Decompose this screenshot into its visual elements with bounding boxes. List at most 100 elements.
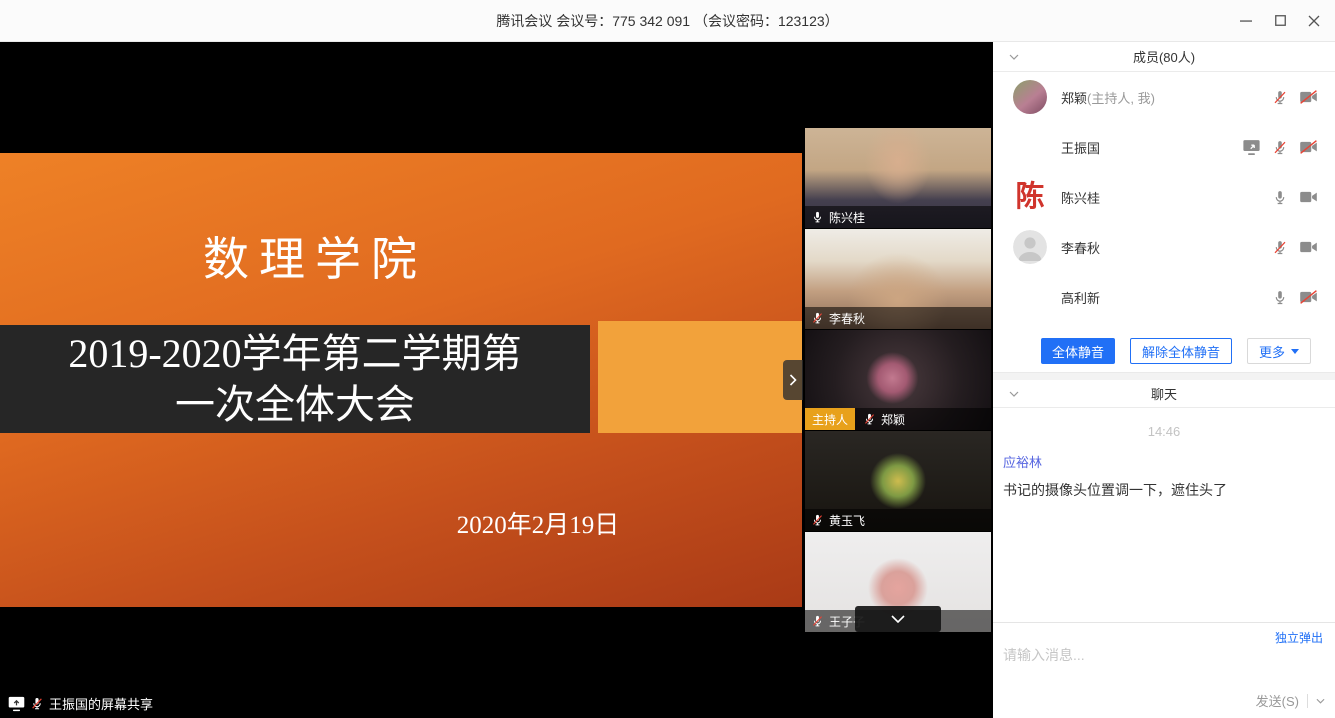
member-name: 高利新 (1061, 288, 1100, 307)
chevron-down-icon (1316, 698, 1325, 704)
avatar-seal: 陈 (1013, 180, 1047, 214)
slide-banner-line1: 2019-2020学年第二学期第 (0, 328, 590, 379)
chevron-down-icon (1009, 54, 1019, 60)
mic-muted-icon (811, 311, 824, 325)
video-strip: 陈兴桂 李春秋 主持人 (805, 128, 991, 634)
members-collapse-button[interactable] (1009, 54, 1019, 60)
minimize-icon (1240, 15, 1252, 27)
video-tile-lichunqiu[interactable]: 李春秋 (805, 229, 991, 329)
screen-share-icon[interactable] (1242, 139, 1261, 156)
unmute-all-button[interactable]: 解除全体静音 (1130, 338, 1232, 364)
sidebar: 成员(80人) 郑颖(主持人, 我) 王振国 (993, 42, 1335, 718)
camera-off-icon[interactable] (1299, 139, 1318, 155)
more-button[interactable]: 更多 (1247, 338, 1311, 364)
chat-message-list: 14:46 应裕林 书记的摄像头位置调一下，遮住头了 (993, 408, 1335, 622)
mic-on-icon[interactable] (1272, 289, 1288, 306)
tile-name: 郑颖 (881, 411, 905, 428)
slide-banner: 2019-2020学年第二学期第 一次全体大会 (0, 325, 590, 433)
avatar-default (1013, 230, 1047, 264)
close-button[interactable] (1297, 0, 1331, 41)
send-separator (1307, 694, 1308, 708)
member-row-lichunqiu[interactable]: 李春秋 (993, 222, 1335, 272)
chat-panel-header: 聊天 (993, 380, 1335, 408)
mic-on-icon (811, 210, 824, 224)
panel-separator (993, 372, 1335, 380)
mic-muted-icon[interactable] (1272, 89, 1288, 106)
chat-panel-title: 聊天 (1151, 384, 1177, 403)
member-name: 王振国 (1061, 138, 1100, 157)
screen-share-stage: 数理学院 2019-2020学年第二学期第 一次全体大会 2020年2月19日 … (0, 42, 993, 718)
mic-muted-icon (811, 513, 824, 527)
tile-label: 陈兴桂 (805, 206, 991, 228)
mic-muted-icon (811, 614, 824, 628)
chat-sender: 应裕林 (1003, 452, 1325, 471)
tile-label: 黄玉飞 (805, 509, 991, 531)
member-row-zhengying[interactable]: 郑颖(主持人, 我) (993, 72, 1335, 122)
tile-name: 李春秋 (829, 310, 865, 327)
mic-muted-icon (30, 696, 44, 711)
titlebar: 腾讯会议 会议号：775 342 091 （会议密码：123123） (0, 0, 1335, 42)
maximize-icon (1275, 15, 1286, 26)
mic-on-icon[interactable] (1272, 189, 1288, 206)
chevron-down-icon (891, 615, 905, 623)
slide-banner-line2: 一次全体大会 (0, 379, 590, 430)
tencent-meeting-window: 腾讯会议 会议号：775 342 091 （会议密码：123123） 数理学院 … (0, 0, 1335, 718)
member-name: 李春秋 (1061, 238, 1100, 257)
members-panel-title: 成员(80人) (1133, 47, 1195, 66)
host-badge: 主持人 (805, 408, 855, 430)
member-name: 陈兴桂 (1061, 188, 1100, 207)
send-options-button[interactable] (1316, 698, 1325, 704)
mic-muted-icon[interactable] (1272, 139, 1288, 156)
member-name: 郑颖 (1061, 91, 1087, 106)
camera-on-icon[interactable] (1299, 189, 1318, 205)
member-list: 郑颖(主持人, 我) 王振国 (993, 72, 1335, 322)
avatar (1013, 80, 1047, 114)
video-tile-huangyufei[interactable]: 黄玉飞 (805, 431, 991, 531)
member-actions: 全体静音 解除全体静音 更多 (1041, 338, 1311, 364)
chat-timestamp: 14:46 (1003, 424, 1325, 439)
avatar (1013, 280, 1047, 314)
slide-title: 数理学院 (95, 223, 535, 289)
member-row-wangzhenguo[interactable]: 王振国 (993, 122, 1335, 172)
member-role-suffix: (主持人, 我) (1087, 91, 1155, 106)
more-label: 更多 (1259, 342, 1285, 361)
member-row-gaolixin[interactable]: 高利新 (993, 272, 1335, 322)
chevron-down-icon (1009, 391, 1019, 397)
caret-down-icon (1291, 349, 1299, 354)
video-tile-chenxinggui[interactable]: 陈兴桂 (805, 128, 991, 228)
mute-all-button[interactable]: 全体静音 (1041, 338, 1115, 364)
send-button[interactable]: 发送(S) (1256, 691, 1299, 710)
video-strip-collapse-button[interactable] (855, 606, 941, 632)
chevron-right-icon (789, 374, 797, 386)
members-panel-header: 成员(80人) (993, 42, 1335, 72)
window-controls (1229, 0, 1331, 41)
chat-input[interactable] (1003, 647, 1325, 663)
avatar (1013, 130, 1047, 164)
tile-label: 李春秋 (805, 307, 991, 329)
member-row-chenxinggui[interactable]: 陈 陈兴桂 (993, 172, 1335, 222)
camera-off-icon[interactable] (1299, 289, 1318, 305)
window-title: 腾讯会议 会议号：775 342 091 （会议密码：123123） (496, 11, 838, 31)
mic-muted-icon (863, 412, 876, 426)
maximize-button[interactable] (1263, 0, 1297, 41)
screen-share-icon (8, 696, 25, 712)
camera-on-icon[interactable] (1299, 239, 1318, 255)
chat-popout-link[interactable]: 独立弹出 (1275, 629, 1323, 646)
presentation-slide: 数理学院 2019-2020学年第二学期第 一次全体大会 2020年2月19日 (0, 153, 802, 607)
chat-message-text: 书记的摄像头位置调一下，遮住头了 (1003, 480, 1325, 500)
slide-accent-box (598, 321, 802, 433)
person-icon (1013, 230, 1047, 264)
slide-date: 2020年2月19日 (408, 505, 668, 541)
camera-off-icon[interactable] (1299, 89, 1318, 105)
tile-label: 主持人 郑颖 (805, 408, 991, 430)
minimize-button[interactable] (1229, 0, 1263, 41)
screen-share-label: 王振国的屏幕共享 (49, 694, 153, 713)
mic-muted-icon[interactable] (1272, 239, 1288, 256)
close-icon (1308, 15, 1320, 27)
send-row: 发送(S) (1256, 691, 1325, 710)
chat-collapse-button[interactable] (1009, 391, 1019, 397)
tile-name: 黄玉飞 (829, 512, 865, 529)
video-strip-expand-button[interactable] (783, 360, 803, 400)
screen-share-statusbar: 王振国的屏幕共享 (8, 694, 153, 713)
video-tile-zhengying[interactable]: 主持人 郑颖 (805, 330, 991, 430)
